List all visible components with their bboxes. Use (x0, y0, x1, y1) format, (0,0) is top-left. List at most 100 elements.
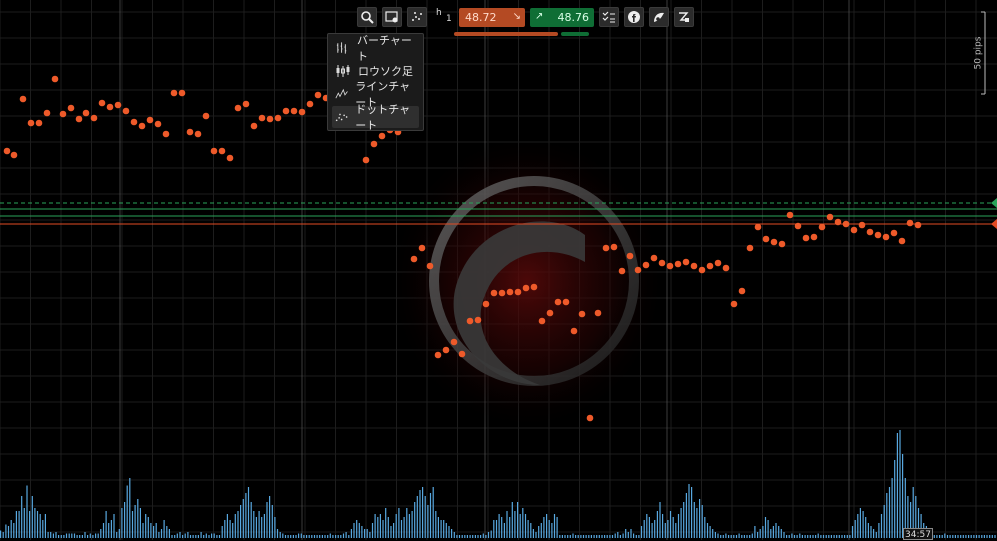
price-dot (898, 237, 906, 245)
menu-item-label: ドットチャート (355, 103, 411, 132)
volume-bar (683, 502, 685, 538)
menu-item-dot-chart[interactable]: ドットチャート (332, 103, 419, 132)
volume-bar (89, 533, 91, 538)
price-dot (746, 244, 754, 252)
volume-bar (364, 529, 366, 538)
buy-button[interactable]: ↗ 48.76 (530, 7, 594, 27)
volume-bar (640, 526, 643, 538)
volume-bar (387, 517, 389, 538)
volume-bar (187, 532, 189, 538)
price-dot (842, 220, 850, 228)
volume-bar (203, 535, 205, 538)
volume-bar (720, 535, 722, 538)
price-dot (35, 119, 43, 127)
volume-bar (630, 529, 632, 538)
volume-bar (279, 532, 281, 538)
checklist-icon[interactable] (599, 7, 619, 27)
price-dot (570, 327, 578, 335)
price-dot (506, 288, 514, 296)
settings-chart-icon[interactable] (382, 7, 402, 27)
price-dot (27, 119, 35, 127)
volume-bar (822, 535, 825, 538)
volume-bar (601, 535, 603, 538)
volume-bar (414, 502, 416, 538)
volume-bar (229, 520, 231, 538)
volume-bar (71, 533, 73, 538)
price-dot (738, 287, 746, 295)
volume-bar (216, 535, 218, 538)
volume-bar (538, 526, 540, 538)
volume-bar (350, 529, 352, 538)
volume-bar (211, 533, 213, 538)
price-dot (162, 130, 170, 138)
price-dot (130, 118, 138, 126)
volume-bar (153, 526, 155, 538)
volume-bar (804, 535, 806, 538)
volume-bar (609, 535, 611, 538)
zoom-icon[interactable] (357, 7, 377, 27)
menu-item-bar-chart[interactable]: バーチャート (332, 34, 419, 63)
dot-chart-icon[interactable] (407, 7, 427, 27)
price-dot (146, 116, 154, 124)
price-dot (226, 154, 234, 162)
volume-bar (991, 535, 993, 538)
volume-bar (733, 535, 735, 538)
volume-bar (669, 511, 672, 538)
volume-bar (353, 523, 355, 538)
facebook-icon[interactable] (624, 7, 644, 27)
volume-bar (482, 533, 484, 538)
price-dot (634, 266, 642, 274)
volume-bar (770, 529, 772, 538)
price-dot (186, 128, 194, 136)
volume-bar (261, 517, 263, 538)
volume-bar (319, 535, 321, 538)
volume-bar (635, 535, 637, 538)
volume-bar (862, 511, 864, 538)
volume-bar (65, 533, 68, 538)
price-dot (242, 100, 250, 108)
volume-bar (485, 535, 487, 538)
price-dot (442, 346, 450, 354)
volume-bar (941, 535, 943, 538)
volume-bar (696, 508, 698, 538)
volume-bar (474, 535, 476, 538)
volume-bar (778, 526, 780, 538)
volume-bar (522, 508, 524, 538)
volume-bar (480, 535, 482, 538)
volume-bar (379, 514, 381, 538)
volume-bar (527, 520, 529, 538)
volume-bar (406, 508, 408, 538)
volume-bar (18, 511, 20, 538)
sell-button[interactable]: 48.72 ↘ (459, 7, 525, 27)
volume-bar (514, 511, 516, 538)
price-dot (170, 89, 178, 97)
indicator-icon[interactable] (649, 7, 669, 27)
volume-bar (105, 511, 107, 538)
timeframe-selector[interactable]: h 1 (432, 7, 454, 27)
volume-bar (725, 533, 727, 538)
volume-bar (751, 533, 753, 538)
volume-bar (654, 520, 656, 538)
price-dot (794, 222, 802, 230)
volume-bar (709, 526, 711, 538)
volume-bar (345, 532, 347, 538)
price-chart[interactable] (0, 0, 997, 540)
price-dot (418, 244, 426, 252)
volume-bar (994, 535, 996, 538)
volume-bar (60, 535, 62, 538)
volume-bar (466, 535, 468, 538)
price-dot (658, 259, 666, 267)
volume-bar (453, 532, 455, 538)
volume-bar (841, 535, 843, 538)
volume-bar (559, 535, 561, 538)
volume-bar (717, 533, 719, 538)
volume-bar (572, 533, 574, 538)
timeframe-n: 1 (446, 14, 452, 24)
volume-bar (42, 520, 44, 538)
volume-bar (298, 533, 300, 538)
volume-bar (113, 514, 115, 538)
drawing-icon[interactable] (674, 7, 694, 27)
volume-bar (158, 532, 160, 538)
volume-bar (577, 535, 579, 538)
volume-bar (176, 533, 178, 538)
